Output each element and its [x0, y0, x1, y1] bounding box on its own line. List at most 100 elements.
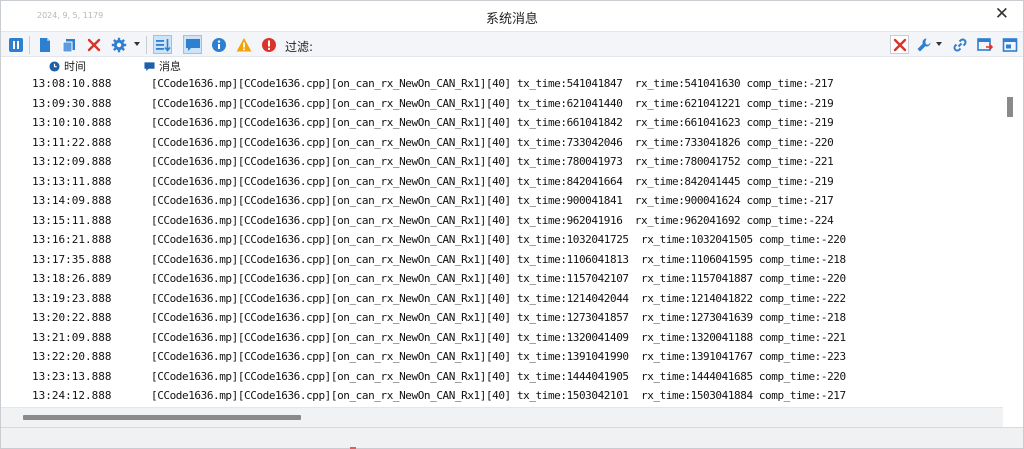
- column-header-message-label: 消息: [159, 60, 181, 73]
- new-document-button[interactable]: [35, 35, 54, 54]
- log-row[interactable]: 13:12:09.888 [CCode1636.mp][CCode1636.cpp…: [1, 151, 1001, 171]
- window-title: 系统消息: [485, 12, 538, 27]
- filter-label: 过滤:: [285, 40, 314, 54]
- copy-icon: [62, 38, 75, 52]
- log-row-message: [CCode1636.mp][CCode1636.cpp][on_can_rx_…: [151, 350, 846, 363]
- log-row[interactable]: 13:21:09.888 [CCode1636.mp][CCode1636.cpp…: [1, 327, 1001, 347]
- column-header: 时间 消息: [1, 57, 1023, 73]
- log-row[interactable]: 13:15:11.888 [CCode1636.mp][CCode1636.cpp…: [1, 210, 1001, 230]
- sort-toggle-button[interactable]: [153, 35, 172, 54]
- settings-icon: [111, 37, 126, 52]
- window-icon: [1002, 37, 1017, 52]
- column-header-time-label: 时间: [64, 60, 86, 73]
- status-bar: [1, 427, 1023, 448]
- system-messages-window: 2024, 9, 5, 1179 系统消息 ✕ 过滤: 时间 消息 13:08:…: [0, 0, 1024, 449]
- title-bar: 2024, 9, 5, 1179 系统消息 ✕: [1, 1, 1023, 31]
- horizontal-scrollbar[interactable]: [1, 407, 1003, 427]
- close-icon[interactable]: ✕: [995, 6, 1009, 23]
- pause-button[interactable]: [6, 35, 25, 54]
- delete-button[interactable]: [84, 35, 103, 54]
- column-header-message[interactable]: 消息: [144, 58, 181, 74]
- log-row-time: 13:22:20.888: [32, 350, 112, 363]
- log-row-time: 13:19:23.888: [32, 291, 112, 305]
- export-button[interactable]: [975, 35, 994, 54]
- vertical-scrollbar-thumb[interactable]: [1007, 97, 1013, 117]
- log-row-message: [CCode1636.mp][CCode1636.cpp][on_can_rx_…: [151, 213, 834, 227]
- log-row-message: [CCode1636.mp][CCode1636.cpp][on_can_rx_…: [151, 369, 846, 383]
- log-row[interactable]: 13:19:23.888 [CCode1636.mp][CCode1636.cpp…: [1, 288, 1001, 308]
- sort-icon: [155, 38, 171, 52]
- log-row[interactable]: 13:08:10.888 [CCode1636.mp][CCode1636.cpp…: [1, 73, 1001, 93]
- toolbar: 过滤:: [1, 31, 1023, 57]
- log-row-message: [CCode1636.mp][CCode1636.cpp][on_can_rx_…: [151, 96, 834, 110]
- log-row-time: 13:17:35.888: [32, 252, 112, 266]
- log-row-message: [CCode1636.mp][CCode1636.cpp][on_can_rx_…: [151, 174, 834, 188]
- log-row-message: [CCode1636.mp][CCode1636.cpp][on_can_rx_…: [151, 252, 846, 266]
- link-button[interactable]: [950, 35, 969, 54]
- warning-icon: [236, 37, 251, 51]
- vertical-scrollbar[interactable]: [1003, 73, 1016, 409]
- clock-icon: [49, 60, 60, 72]
- log-row[interactable]: 13:14:09.888 [CCode1636.mp][CCode1636.cpp…: [1, 190, 1001, 210]
- log-row-time: 13:16:21.888: [32, 233, 112, 246]
- column-header-time[interactable]: 时间: [49, 58, 86, 74]
- message-filter-toggle[interactable]: [183, 35, 202, 54]
- log-row-message: [CCode1636.mp][CCode1636.cpp][on_can_rx_…: [151, 194, 834, 207]
- log-row[interactable]: 13:17:35.888 [CCode1636.mp][CCode1636.cpp…: [1, 249, 1001, 269]
- message-icon: [144, 61, 155, 71]
- settings-dropdown-caret[interactable]: [134, 42, 140, 46]
- log-row-time: 13:23:13.888: [32, 369, 112, 383]
- log-row-message: [CCode1636.mp][CCode1636.cpp][on_can_rx_…: [151, 116, 834, 129]
- clear-filter-button[interactable]: [890, 35, 909, 54]
- log-row[interactable]: 13:09:30.888 [CCode1636.mp][CCode1636.cpp…: [1, 93, 1001, 113]
- log-row-time: 13:20:22.888: [32, 311, 112, 324]
- warning-filter-toggle[interactable]: [234, 35, 253, 54]
- log-row-message: [CCode1636.mp][CCode1636.cpp][on_can_rx_…: [151, 77, 834, 90]
- message-log[interactable]: 13:08:10.888 [CCode1636.mp][CCode1636.cpp…: [1, 73, 1001, 409]
- log-row-time: 13:12:09.888: [32, 155, 112, 168]
- log-row-time: 13:13:11.888: [32, 174, 112, 188]
- log-row-message: [CCode1636.mp][CCode1636.cpp][on_can_rx_…: [151, 311, 846, 324]
- log-row[interactable]: 13:16:21.888 [CCode1636.mp][CCode1636.cpp…: [1, 229, 1001, 249]
- document-icon: [39, 37, 50, 52]
- link-icon: [952, 37, 967, 52]
- info-icon: [211, 37, 226, 52]
- toolbar-separator: [146, 36, 147, 54]
- settings-button[interactable]: [109, 35, 128, 54]
- wrench-icon: [917, 38, 930, 51]
- toolbar-separator: [29, 36, 30, 54]
- log-row-time: 13:11:22.888: [32, 135, 112, 149]
- error-filter-toggle[interactable]: [259, 35, 278, 54]
- log-row-time: 13:09:30.888: [32, 96, 112, 110]
- log-row-message: [CCode1636.mp][CCode1636.cpp][on_can_rx_…: [151, 291, 846, 305]
- pause-icon: [8, 37, 23, 52]
- log-row-time: 13:08:10.888: [32, 77, 112, 90]
- log-row-time: 13:18:26.889: [32, 272, 112, 285]
- log-row-message: [CCode1636.mp][CCode1636.cpp][on_can_rx_…: [151, 389, 846, 402]
- log-row[interactable]: 13:11:22.888 [CCode1636.mp][CCode1636.cpp…: [1, 132, 1001, 152]
- log-row-message: [CCode1636.mp][CCode1636.cpp][on_can_rx_…: [151, 272, 846, 285]
- log-row-message: [CCode1636.mp][CCode1636.cpp][on_can_rx_…: [151, 155, 834, 168]
- log-row-message: [CCode1636.mp][CCode1636.cpp][on_can_rx_…: [151, 330, 846, 344]
- log-row[interactable]: 13:22:20.888 [CCode1636.mp][CCode1636.cpp…: [1, 346, 1001, 366]
- tools-dropdown-caret[interactable]: [936, 42, 942, 46]
- log-row-message: [CCode1636.mp][CCode1636.cpp][on_can_rx_…: [151, 233, 846, 246]
- info-filter-toggle[interactable]: [209, 35, 228, 54]
- log-row-time: 13:21:09.888: [32, 330, 112, 344]
- window-button[interactable]: [1000, 35, 1019, 54]
- log-row[interactable]: 13:23:13.888 [CCode1636.mp][CCode1636.cpp…: [1, 366, 1001, 386]
- log-row[interactable]: 13:10:10.888 [CCode1636.mp][CCode1636.cpp…: [1, 112, 1001, 132]
- tools-button[interactable]: [914, 35, 933, 54]
- log-row-message: [CCode1636.mp][CCode1636.cpp][on_can_rx_…: [151, 135, 834, 149]
- export-icon: [976, 37, 993, 51]
- horizontal-scrollbar-thumb[interactable]: [23, 415, 301, 420]
- log-row[interactable]: 13:13:11.888 [CCode1636.mp][CCode1636.cpp…: [1, 171, 1001, 191]
- error-icon: [261, 37, 276, 52]
- clear-filter-icon: [893, 38, 906, 51]
- copy-button[interactable]: [59, 35, 78, 54]
- log-row[interactable]: 13:18:26.889 [CCode1636.mp][CCode1636.cpp…: [1, 268, 1001, 288]
- log-row[interactable]: 13:24:12.888 [CCode1636.mp][CCode1636.cpp…: [1, 385, 1001, 405]
- log-row-time: 13:14:09.888: [32, 194, 112, 207]
- log-row[interactable]: 13:20:22.888 [CCode1636.mp][CCode1636.cpp…: [1, 307, 1001, 327]
- message-icon: [185, 38, 200, 51]
